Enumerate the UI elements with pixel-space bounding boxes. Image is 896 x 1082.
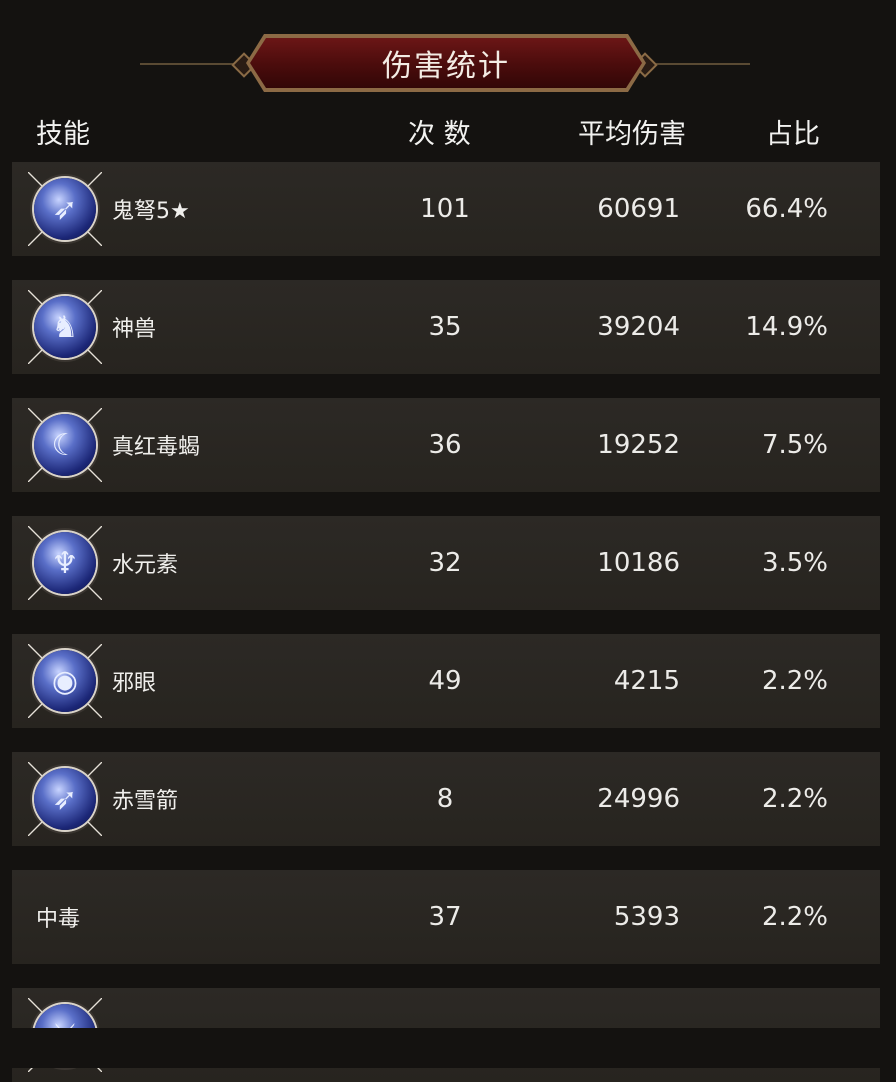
water-elemental-icon: ♆ (28, 526, 102, 600)
column-header-skill: 技能 (36, 119, 90, 150)
hit-count: 35 (428, 312, 462, 342)
hit-count: 36 (428, 430, 462, 460)
column-header-avg-damage: 平均伤害 (578, 119, 686, 150)
damage-percentage: 2.2% (761, 666, 828, 696)
skill-name: 鬼弩5★ (112, 199, 190, 224)
damage-percentage: 2.2% (761, 784, 828, 814)
average-damage: 39204 (597, 312, 680, 342)
average-damage: 19252 (597, 430, 680, 460)
average-damage: 4215 (613, 666, 680, 696)
hit-count: 49 (428, 666, 462, 696)
average-damage: 10186 (597, 548, 680, 578)
column-header-percentage: 占比 (766, 119, 820, 150)
hit-count: 32 (428, 548, 462, 578)
table-row: ☾ 真红毒蝎 36 19252 7.5% (12, 398, 880, 492)
damage-percentage: 2.2% (761, 902, 828, 932)
hit-count: 101 (420, 194, 470, 224)
damage-percentage: 3.5% (761, 548, 828, 578)
skill-name: 水元素 (112, 553, 179, 578)
table-row: 中毒 37 5393 2.2% (12, 870, 880, 964)
table-row: ➶ 鬼弩5★ 101 60691 66.4% (12, 162, 880, 256)
divine-beast-icon: ♞ (28, 290, 102, 364)
skill-name: 中毒 (36, 907, 81, 932)
column-header-count: 次 数 (408, 119, 471, 150)
skill-name: 真红毒蝎 (112, 435, 201, 460)
table-row: ♆ 水元素 32 10186 3.5% (12, 516, 880, 610)
damage-stats-panel: 伤害统计 技能 次 数 平均伤害 占比 ➶ 鬼弩5★ 101 60691 66.… (0, 0, 896, 1082)
skill-name: 神兽 (112, 317, 157, 342)
evil-eye-icon: ◉ (28, 644, 102, 718)
table-row: ♞ 神兽 35 39204 14.9% (12, 280, 880, 374)
hit-count: 37 (428, 902, 462, 932)
ghost-crossbow-icon: ➶ (28, 172, 102, 246)
skill-name: 邪眼 (112, 671, 157, 696)
table-row: ◉ 邪眼 49 4215 2.2% (12, 634, 880, 728)
average-damage: 24996 (597, 784, 680, 814)
skill-name: 赤雪箭 (112, 789, 179, 814)
scorpion-icon: ☾ (28, 408, 102, 482)
damage-percentage: 7.5% (761, 430, 828, 460)
table-row: ➶ 赤雪箭 8 24996 2.2% (12, 752, 880, 846)
average-damage: 60691 (597, 194, 680, 224)
title-divider-right (650, 63, 750, 65)
list-bottom-mask (0, 1028, 896, 1068)
damage-percentage: 14.9% (745, 312, 828, 342)
panel-title: 伤害统计 (382, 49, 510, 84)
red-snow-arrow-icon: ➶ (28, 762, 102, 836)
hit-count: 8 (436, 784, 454, 814)
average-damage: 5393 (613, 902, 680, 932)
title-divider-left (140, 63, 242, 65)
damage-percentage: 66.4% (745, 194, 828, 224)
